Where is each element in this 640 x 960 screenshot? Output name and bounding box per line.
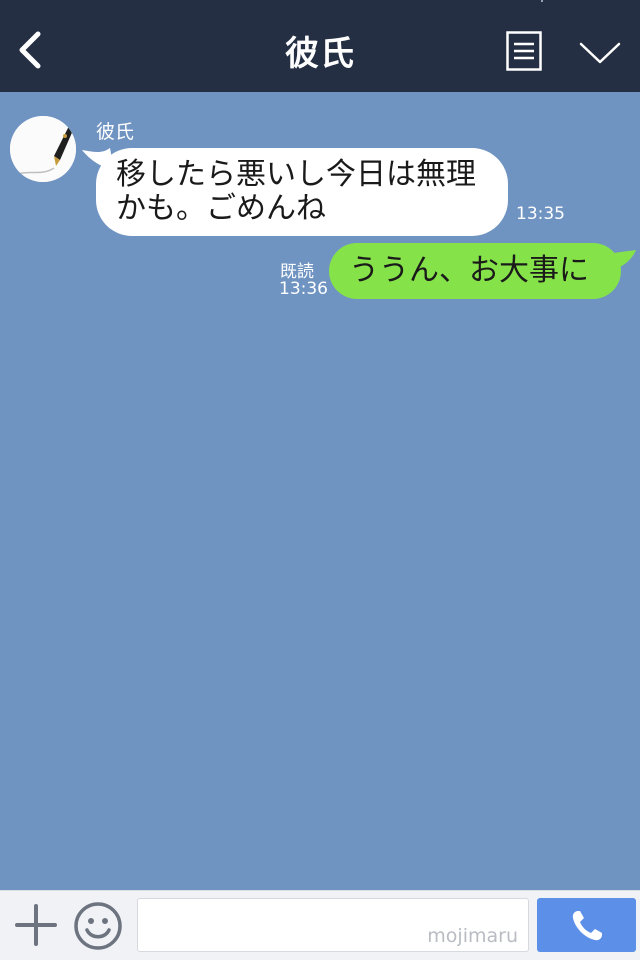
chat-area[interactable]: 彼氏 移したら悪いし今日は無理 かも。ごめんね 13:35 既読 13:36 う… bbox=[0, 92, 640, 890]
composer-bar: mojimaru bbox=[0, 890, 640, 960]
notes-button[interactable] bbox=[506, 31, 542, 71]
fountain-pen-icon bbox=[10, 116, 76, 182]
emoji-button[interactable] bbox=[73, 901, 123, 951]
watermark-text: mojimaru bbox=[427, 925, 518, 947]
message-timestamp: 13:35 bbox=[516, 204, 565, 224]
call-button[interactable] bbox=[537, 898, 636, 952]
chat-title: 彼氏 bbox=[285, 34, 355, 74]
add-attachment-button[interactable] bbox=[14, 903, 58, 947]
message-line: かも。ごめんね bbox=[116, 191, 326, 226]
phone-icon bbox=[572, 911, 602, 941]
menu-toggle-button[interactable] bbox=[578, 40, 622, 68]
message-input[interactable]: mojimaru bbox=[137, 898, 529, 952]
message-timestamp: 13:36 bbox=[279, 279, 328, 299]
sender-name: 彼氏 bbox=[96, 121, 135, 143]
avatar[interactable] bbox=[10, 116, 76, 182]
outgoing-message-bubble[interactable]: ううん、お大事に bbox=[329, 243, 621, 299]
notes-icon bbox=[506, 31, 542, 71]
plus-icon bbox=[15, 904, 57, 946]
smiley-icon bbox=[74, 902, 122, 950]
chat-header: 彼氏 bbox=[0, 0, 640, 92]
incoming-message-bubble[interactable]: 移したら悪いし今日は無理 かも。ごめんね bbox=[96, 148, 508, 236]
message-line: 移したら悪いし今日は無理 bbox=[116, 157, 476, 192]
chevron-down-icon bbox=[579, 42, 621, 64]
status-indicator bbox=[541, 0, 543, 2]
